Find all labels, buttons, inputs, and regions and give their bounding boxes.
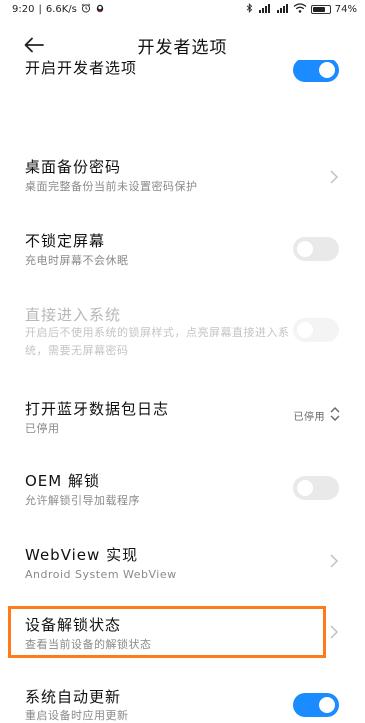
status-bar-left: 9:20 | 6.6K/s: [12, 3, 105, 16]
stay-awake-toggle[interactable]: [293, 237, 339, 261]
toggle-knob: [319, 697, 335, 713]
setting-title: OEM 解锁: [25, 472, 100, 490]
back-button[interactable]: [22, 34, 46, 56]
toggle-knob: [297, 241, 313, 257]
battery-percentage: 74%: [334, 3, 357, 15]
toggle-knob: [297, 322, 313, 338]
status-separator: |: [38, 3, 42, 15]
setting-subtitle: 重启设备时应用更新: [25, 709, 129, 722]
direct-entry-toggle: [293, 318, 339, 342]
setting-subtitle: Android System WebView: [25, 568, 177, 581]
setting-subtitle: 桌面完整备份当前未设置密码保护: [25, 180, 198, 193]
status-bar-right: 74%: [246, 2, 357, 16]
bluetooth-icon: [246, 2, 253, 16]
arrow-left-icon: [24, 37, 44, 53]
setting-subtitle: 充电时屏幕不会休眠: [25, 254, 129, 267]
oem-unlock-toggle[interactable]: [293, 476, 339, 500]
battery-level-fill: [312, 6, 325, 12]
setting-row-device-unlock-status[interactable]: 设备解锁状态 查看当前设备的解锁状态: [0, 608, 365, 658]
chevron-right-icon: [330, 170, 339, 184]
chevron-right-icon: [330, 625, 339, 639]
chevron-up-down-icon: [330, 407, 340, 421]
setting-title: 打开蓝牙数据包日志: [25, 400, 170, 418]
developer-options-toggle[interactable]: [293, 60, 339, 82]
setting-row-direct-entry: 直接进入系统 开启后不使用系统的锁屏样式，点亮屏幕直接进入系统，需要无屏幕密码: [0, 298, 365, 368]
setting-row-desktop-backup-password[interactable]: 桌面备份密码 桌面完整备份当前未设置密码保护: [0, 150, 365, 206]
setting-row-bluetooth-hci-log[interactable]: 打开蓝牙数据包日志 已停用 已停用: [0, 392, 365, 442]
setting-subtitle: 已停用: [25, 422, 60, 435]
app-notification-icon: [95, 3, 105, 16]
signal-icon: [275, 3, 289, 16]
setting-title: 开启开发者选项: [25, 60, 138, 77]
battery-icon: [310, 4, 331, 14]
auto-update-toggle[interactable]: [293, 693, 339, 717]
chevron-right-icon: [330, 554, 339, 568]
alarm-icon: [81, 3, 91, 16]
toggle-knob: [319, 62, 335, 78]
status-bar: 9:20 | 6.6K/s 74%: [0, 0, 365, 18]
toggle-knob: [297, 480, 313, 496]
setting-subtitle: 允许解锁引导加载程序: [25, 494, 140, 507]
setting-row-oem-unlock[interactable]: OEM 解锁 允许解锁引导加载程序: [0, 464, 365, 514]
setting-title: 直接进入系统: [25, 306, 122, 324]
page-title: 开发者选项: [137, 37, 228, 58]
developer-options-screen: 9:20 | 6.6K/s 74% 开发者选项 开启开发者选项 桌面备份密码 桌…: [0, 0, 365, 723]
setting-subtitle: 开启后不使用系统的锁屏样式，点亮屏幕直接进入系统，需要无屏幕密码: [25, 326, 290, 357]
setting-title: 设备解锁状态: [25, 616, 122, 634]
setting-row-stay-awake[interactable]: 不锁定屏幕 充电时屏幕不会休眠: [0, 224, 365, 274]
setting-row-developer-options[interactable]: 开启开发者选项: [0, 60, 365, 86]
setting-row-auto-system-update[interactable]: 系统自动更新 重启设备时应用更新: [0, 682, 365, 723]
setting-value: 已停用: [293, 412, 325, 423]
setting-title: 桌面备份密码: [25, 158, 122, 176]
setting-title: 系统自动更新: [25, 688, 122, 706]
setting-subtitle: 查看当前设备的解锁状态: [25, 638, 152, 651]
wifi-icon: [293, 2, 307, 16]
setting-row-webview-implementation[interactable]: WebView 实现 Android System WebView: [0, 538, 365, 588]
setting-title: WebView 实现: [25, 546, 139, 564]
battery-percentage-value: 74: [334, 3, 348, 15]
status-net-speed: 6.6K/s: [45, 3, 77, 15]
signal-icon: [257, 3, 271, 16]
setting-title: 不锁定屏幕: [25, 232, 106, 250]
status-time: 9:20: [12, 3, 35, 15]
